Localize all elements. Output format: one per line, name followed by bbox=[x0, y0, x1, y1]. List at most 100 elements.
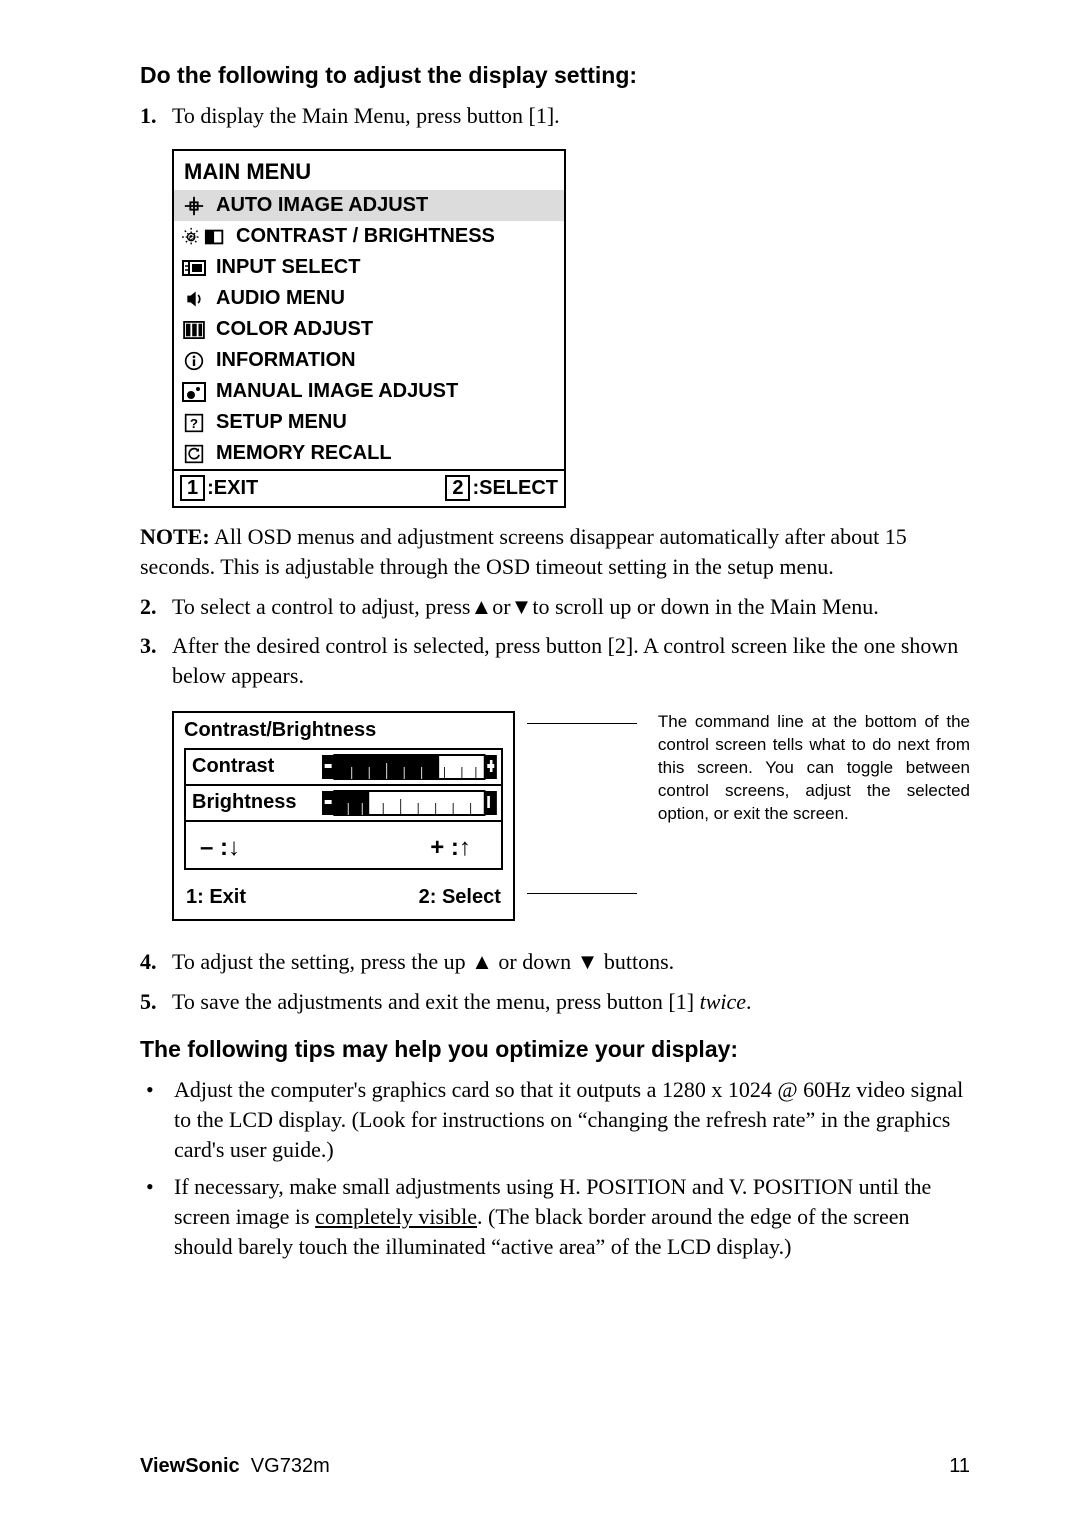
step-text-c: buttons. bbox=[598, 949, 674, 974]
down-arrow-icon: ↓ bbox=[228, 834, 240, 861]
step-text-a: To save the adjustments and exit the men… bbox=[172, 989, 700, 1014]
step-number: 3. bbox=[140, 631, 172, 690]
up-triangle-icon: ▲ bbox=[471, 949, 493, 974]
down-triangle-icon: ▼ bbox=[511, 594, 533, 619]
key-2-box: 2 bbox=[445, 475, 470, 501]
osd-main-menu: MAIN MENU AUTO IMAGE ADJUST CONTRAST / B… bbox=[172, 149, 566, 509]
main-menu-title: MAIN MENU bbox=[174, 151, 564, 191]
step-text-c: to scroll up or down in the Main Menu. bbox=[532, 594, 878, 619]
menu-item-label: MANUAL IMAGE ADJUST bbox=[216, 378, 458, 405]
callout-text: The command line at the bottom of the co… bbox=[658, 711, 970, 921]
menu-item-label: COLOR ADJUST bbox=[216, 316, 373, 343]
cb-label: Brightness bbox=[186, 789, 322, 816]
step-text: To display the Main Menu, press button [… bbox=[172, 101, 970, 131]
footer-page-number: 11 bbox=[949, 1453, 970, 1480]
section-heading-2: The following tips may help you optimize… bbox=[140, 1034, 970, 1065]
step-number: 5. bbox=[140, 987, 172, 1017]
minus-label: – :↓ bbox=[200, 832, 240, 864]
tip-item: • Adjust the computer's graphics card so… bbox=[140, 1075, 970, 1164]
minus-text: – : bbox=[200, 834, 228, 861]
menu-item-label: AUDIO MENU bbox=[216, 285, 345, 312]
up-arrow-icon: ↑ bbox=[459, 834, 471, 861]
footer-left: ViewSonic VG732m bbox=[140, 1453, 330, 1480]
page-footer: ViewSonic VG732m 11 bbox=[140, 1453, 970, 1480]
step-text: After the desired control is selected, p… bbox=[172, 631, 970, 690]
menu-item-contrast-brightness: CONTRAST / BRIGHTNESS bbox=[174, 221, 564, 252]
menu-item-setup-menu: ? SETUP MENU bbox=[174, 407, 564, 438]
menu-item-label: INPUT SELECT bbox=[216, 254, 360, 281]
menu-item-label: AUTO IMAGE ADJUST bbox=[216, 192, 428, 219]
slider-bar-icon bbox=[322, 789, 497, 817]
step-text-a: To select a control to adjust, press bbox=[172, 594, 470, 619]
tip-text-underline: completely visible bbox=[315, 1204, 477, 1229]
step-text-twice: twice bbox=[700, 989, 746, 1014]
menu-item-auto-image-adjust: AUTO IMAGE ADJUST bbox=[174, 190, 564, 221]
step-text-b: or bbox=[492, 594, 510, 619]
svg-text:?: ? bbox=[190, 416, 198, 431]
cb-select-label: 2: Select bbox=[419, 884, 501, 911]
menu-item-input-select: INPUT SELECT bbox=[174, 252, 564, 283]
callout-leader-lines bbox=[533, 711, 640, 921]
step-number: 2. bbox=[140, 592, 172, 622]
plus-text: + : bbox=[430, 834, 459, 861]
key-1-box: 1 bbox=[180, 475, 205, 501]
cb-row-brightness: Brightness bbox=[186, 786, 501, 822]
select-label: :SELECT bbox=[472, 477, 558, 499]
menu-item-audio-menu: AUDIO MENU bbox=[174, 283, 564, 314]
menu-item-memory-recall: MEMORY RECALL bbox=[174, 438, 564, 469]
cb-row-contrast: Contrast bbox=[186, 750, 501, 786]
up-triangle-icon: ▲ bbox=[470, 594, 492, 619]
tip-item: • If necessary, make small adjustments u… bbox=[140, 1172, 970, 1261]
menu-item-label: CONTRAST / BRIGHTNESS bbox=[236, 223, 495, 250]
manual-adjust-icon bbox=[180, 381, 208, 403]
cb-label: Contrast bbox=[186, 753, 322, 780]
note-text: All OSD menus and adjustment screens dis… bbox=[140, 524, 907, 579]
menu-item-color-adjust: COLOR ADJUST bbox=[174, 314, 564, 345]
tips-list: • Adjust the computer's graphics card so… bbox=[140, 1075, 970, 1261]
speaker-icon bbox=[180, 288, 208, 310]
bullet-dot: • bbox=[140, 1172, 174, 1261]
footer-model: VG732m bbox=[251, 1455, 330, 1477]
step-4: 4. To adjust the setting, press the up ▲… bbox=[140, 947, 970, 977]
plus-label: + :↑ bbox=[430, 832, 471, 864]
step-text-b: or down bbox=[493, 949, 577, 974]
menu-item-information: INFORMATION bbox=[174, 345, 564, 376]
crosshair-icon bbox=[180, 195, 208, 217]
step-text-b: . bbox=[746, 989, 752, 1014]
step-5: 5. To save the adjustments and exit the … bbox=[140, 987, 970, 1017]
tip-text: If necessary, make small adjustments usi… bbox=[174, 1172, 970, 1261]
footer-brand: ViewSonic bbox=[140, 1455, 240, 1477]
note-paragraph: NOTE: All OSD menus and adjustment scree… bbox=[140, 522, 970, 581]
exit-label: :EXIT bbox=[207, 477, 258, 499]
cb-inner-box: Contrast bbox=[184, 748, 503, 870]
down-triangle-icon: ▼ bbox=[577, 949, 599, 974]
color-bars-icon bbox=[180, 319, 208, 341]
menu-item-label: SETUP MENU bbox=[216, 409, 347, 436]
tip-text: Adjust the computer's graphics card so t… bbox=[174, 1075, 970, 1164]
info-icon bbox=[180, 350, 208, 372]
sun-contrast-icon bbox=[180, 226, 228, 248]
step-3: 3. After the desired control is selected… bbox=[140, 631, 970, 690]
cb-title: Contrast/Brightness bbox=[174, 713, 513, 748]
contrast-brightness-panel: Contrast/Brightness Contrast bbox=[172, 711, 515, 921]
step-number: 4. bbox=[140, 947, 172, 977]
note-label: NOTE: bbox=[140, 524, 210, 549]
menu-item-label: INFORMATION bbox=[216, 347, 356, 374]
document-page: Do the following to adjust the display s… bbox=[0, 0, 1080, 1528]
contrast-brightness-figure: Contrast/Brightness Contrast bbox=[172, 711, 970, 921]
step-text-a: To adjust the setting, press the up bbox=[172, 949, 471, 974]
step-1: 1. To display the Main Menu, press butto… bbox=[140, 101, 970, 131]
menu-item-label: MEMORY RECALL bbox=[216, 440, 392, 467]
step-text: To save the adjustments and exit the men… bbox=[172, 987, 970, 1017]
step-text: To select a control to adjust, press▲or▼… bbox=[172, 592, 970, 622]
cb-footer: 1: Exit 2: Select bbox=[174, 878, 513, 919]
step-text: To adjust the setting, press the up ▲ or… bbox=[172, 947, 970, 977]
main-menu-footer: 1:EXIT 2:SELECT bbox=[174, 469, 564, 506]
cb-exit-label: 1: Exit bbox=[186, 884, 246, 911]
input-select-icon bbox=[180, 257, 208, 279]
menu-item-manual-image-adjust: MANUAL IMAGE ADJUST bbox=[174, 376, 564, 407]
cb-plus-minus-row: – :↓ + :↑ bbox=[186, 822, 501, 868]
slider-bar-icon bbox=[322, 753, 497, 781]
step-2: 2. To select a control to adjust, press▲… bbox=[140, 592, 970, 622]
step-number: 1. bbox=[140, 101, 172, 131]
